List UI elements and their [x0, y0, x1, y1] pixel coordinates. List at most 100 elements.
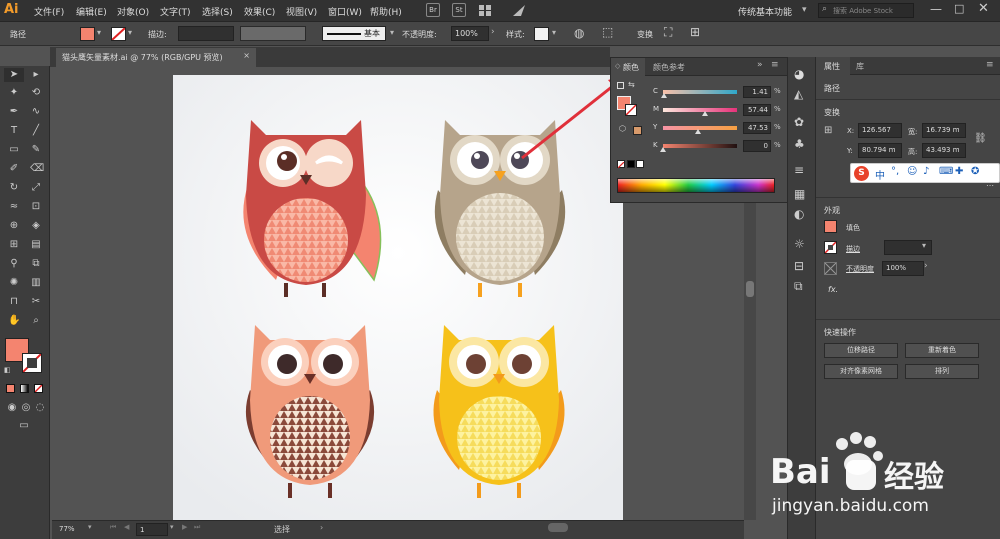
- channel-value-c[interactable]: 1.41: [743, 86, 771, 98]
- menu-view[interactable]: 视图(V): [286, 5, 317, 18]
- channel-thumb-y[interactable]: [695, 129, 702, 134]
- opacity-properties-field[interactable]: 100%: [882, 261, 924, 276]
- recolor-artwork-icon[interactable]: ◍: [574, 26, 584, 40]
- x-field[interactable]: 126.567: [858, 123, 902, 138]
- symbol-sprayer-tool-icon[interactable]: ✺: [8, 277, 20, 289]
- panel-collapse-icon[interactable]: ◇: [615, 62, 620, 70]
- chevron-right-icon[interactable]: ›: [491, 27, 495, 37]
- appearance-panel-icon[interactable]: ☼: [794, 237, 805, 251]
- black-swatch[interactable]: [627, 160, 635, 168]
- artboard-tool-icon[interactable]: ⊓: [8, 296, 20, 308]
- menu-effect[interactable]: 效果(C): [244, 5, 275, 18]
- channel-value-m[interactable]: 57.44: [743, 104, 771, 116]
- chevron-down-icon[interactable]: ▾: [170, 523, 174, 531]
- gradient-panel-icon[interactable]: ▦: [794, 187, 805, 201]
- swap-fill-stroke-icon[interactable]: ⇆: [628, 80, 635, 89]
- constrain-proportions-icon[interactable]: ⛓: [974, 133, 987, 144]
- menu-file[interactable]: 文件(F): [34, 5, 64, 18]
- chevron-down-icon[interactable]: ▾: [802, 5, 807, 15]
- skin-icon[interactable]: ✚: [955, 166, 963, 177]
- tools-icon[interactable]: ✪: [971, 166, 979, 177]
- keyboard-icon[interactable]: ⌨: [939, 166, 953, 177]
- shaper-tool-icon[interactable]: ✐: [8, 163, 20, 175]
- fill-swatch[interactable]: [80, 27, 95, 41]
- panel-collapse-arrows-icon[interactable]: »: [757, 60, 763, 70]
- free-transform-tool-icon[interactable]: ⊡: [30, 201, 42, 213]
- channel-slider-c[interactable]: [663, 90, 737, 94]
- transform-each-icon[interactable]: ⛶: [664, 25, 672, 40]
- type-tool-icon[interactable]: T: [8, 125, 20, 137]
- channel-value-y[interactable]: 47.53: [743, 122, 771, 134]
- white-swatch[interactable]: [636, 160, 644, 168]
- direct-selection-tool-icon[interactable]: ▸: [30, 69, 42, 81]
- ime-mode-label[interactable]: 中: [875, 167, 885, 182]
- chevron-right-icon[interactable]: ›: [924, 261, 928, 271]
- eraser-tool-icon[interactable]: ⌫: [30, 163, 44, 175]
- reference-point-icon[interactable]: ⊞: [824, 125, 832, 136]
- line-tool-icon[interactable]: ╱: [30, 125, 42, 137]
- tab-libraries[interactable]: 库: [856, 61, 864, 72]
- variable-width-profile[interactable]: [240, 26, 306, 41]
- color-spectrum[interactable]: [617, 178, 775, 193]
- live-paint-tool-icon[interactable]: ◈: [30, 220, 42, 232]
- panel-menu-icon[interactable]: ≡: [771, 60, 779, 70]
- fx-button[interactable]: fx.: [828, 285, 838, 294]
- recolor-button[interactable]: 重新着色: [905, 343, 979, 358]
- closest-web-color-swatch[interactable]: [633, 126, 642, 135]
- hand-tool-icon[interactable]: ✋: [8, 315, 20, 327]
- stroke-weight-field[interactable]: [178, 26, 234, 41]
- column-graph-tool-icon[interactable]: ▥: [30, 277, 42, 289]
- color-guide-panel-icon[interactable]: ◭: [794, 87, 803, 101]
- previous-artboard-icon[interactable]: ◀: [124, 523, 129, 531]
- offset-path-button[interactable]: 位移路径: [824, 343, 898, 358]
- brush-definition[interactable]: 基本: [322, 26, 386, 41]
- slice-tool-icon[interactable]: ✂: [30, 296, 42, 308]
- menu-window[interactable]: 窗口(W): [328, 5, 362, 18]
- shape-builder-tool-icon[interactable]: ⊕: [8, 220, 20, 232]
- bridge-icon[interactable]: Br: [426, 3, 440, 17]
- last-artboard-icon[interactable]: ⏭: [194, 523, 200, 532]
- emoji-icon[interactable]: ☺: [907, 166, 917, 177]
- horizontal-scroll-thumb[interactable]: [548, 523, 568, 532]
- none-color-swatch[interactable]: [617, 160, 625, 169]
- chevron-right-icon[interactable]: ›: [320, 523, 323, 532]
- ime-toolbar[interactable]: S 中 °, ☺ ♪ ⌨ ✚ ✪: [850, 163, 1000, 183]
- menu-edit[interactable]: 编辑(E): [76, 5, 107, 18]
- gradient-mode-icon[interactable]: [20, 384, 29, 393]
- screen-mode-icon[interactable]: ▭: [18, 420, 30, 432]
- out-of-web-gamut-icon[interactable]: ⬡: [619, 124, 626, 133]
- stock-icon[interactable]: St: [452, 3, 466, 17]
- tab-color-guide[interactable]: 颜色参考: [653, 62, 685, 73]
- first-artboard-icon[interactable]: ⏮: [110, 523, 116, 532]
- voice-icon[interactable]: ♪: [923, 166, 929, 177]
- draw-normal-icon[interactable]: ◉: [6, 402, 18, 414]
- warp-tool-icon[interactable]: ≈: [8, 201, 20, 213]
- opacity-field[interactable]: 100%: [451, 26, 489, 41]
- style-dropdown-icon[interactable]: ▾: [552, 28, 556, 37]
- selection-tool-icon[interactable]: ➤: [8, 69, 20, 81]
- gradient-tool-icon[interactable]: ▤: [30, 239, 42, 251]
- menu-object[interactable]: 对象(O): [117, 5, 149, 18]
- close-tab-icon[interactable]: ×: [243, 51, 250, 60]
- menu-select[interactable]: 选择(S): [202, 5, 233, 18]
- symbols-panel-icon[interactable]: ♣: [794, 137, 805, 151]
- stock-search-input[interactable]: 搜索 Adobe Stock: [818, 3, 914, 18]
- arrange-documents-icon[interactable]: [478, 4, 492, 17]
- isolate-icon[interactable]: ⊞: [690, 25, 700, 39]
- align-options-icon[interactable]: ⬚: [602, 25, 613, 39]
- stroke-label[interactable]: 描边: [846, 244, 860, 254]
- zoom-field[interactable]: 77%: [56, 523, 86, 536]
- fill-dropdown-icon[interactable]: ▾: [97, 28, 101, 37]
- minimize-icon[interactable]: —: [930, 2, 942, 16]
- stroke-panel-icon[interactable]: ≡: [794, 163, 804, 177]
- stroke-swatch[interactable]: [111, 27, 126, 41]
- color-panel-icon[interactable]: ◕: [794, 67, 804, 81]
- menu-type[interactable]: 文字(T): [160, 5, 191, 18]
- gpu-performance-icon[interactable]: [512, 4, 526, 17]
- panel-menu-icon[interactable]: ≡: [986, 60, 994, 70]
- align-pixel-grid-button[interactable]: 对齐像素网格: [824, 364, 898, 379]
- channel-thumb-c[interactable]: [661, 93, 668, 98]
- arrange-button[interactable]: 排列: [905, 364, 979, 379]
- chevron-down-icon[interactable]: ▾: [922, 241, 926, 250]
- eyedropper-tool-icon[interactable]: ⚲: [8, 258, 20, 270]
